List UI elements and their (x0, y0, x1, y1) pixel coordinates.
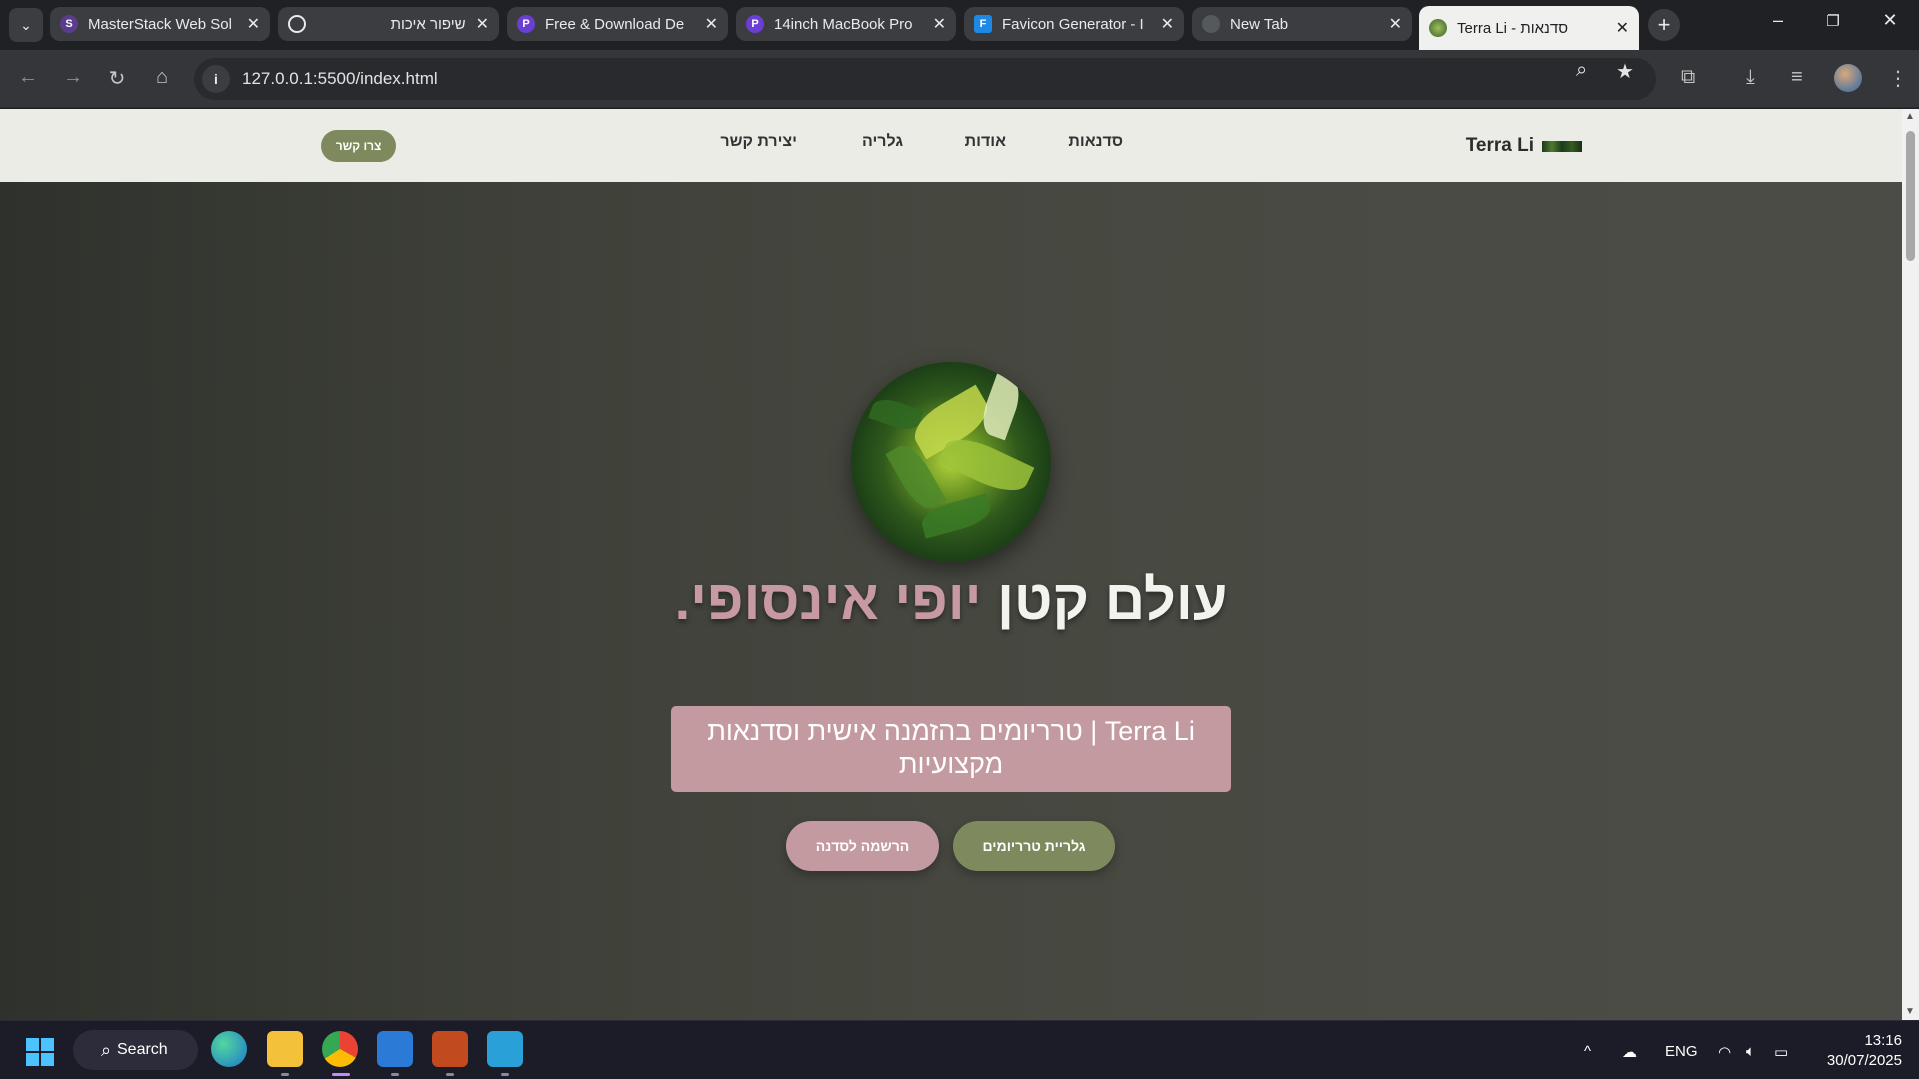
nav-link-workshops[interactable]: סדנאות (1068, 133, 1123, 151)
chevron-up-icon[interactable]: ^ (1584, 1043, 1591, 1060)
tab-chatgpt[interactable]: ✕ שיפור איכות (278, 7, 499, 41)
app-window-icon[interactable] (487, 1031, 523, 1067)
close-icon[interactable]: ✕ (1389, 14, 1402, 34)
terra-li-favicon (1429, 19, 1447, 37)
running-indicator (446, 1073, 454, 1076)
wifi-icon[interactable]: ◠ (1718, 1043, 1731, 1061)
language-indicator[interactable]: ENG (1665, 1043, 1698, 1060)
minimize-button[interactable]: – (1758, 10, 1798, 31)
clock-time: 13:16 (1864, 1032, 1902, 1049)
profile-avatar[interactable] (1834, 64, 1862, 92)
reload-icon[interactable]: ↻ (102, 66, 132, 91)
site-brand[interactable]: Terra Li (1466, 135, 1582, 157)
nav-link-contact[interactable]: יצירת קשר (720, 133, 797, 151)
search-icon: ⌕ (101, 1039, 112, 1060)
site-navbar: Terra Li סדנאות אודות גלריה יצירת קשר צר… (0, 109, 1902, 182)
scroll-down-icon[interactable]: ▼ (1905, 1006, 1915, 1017)
onedrive-icon[interactable]: ☁ (1622, 1043, 1637, 1061)
chrome-favicon (1202, 15, 1220, 33)
running-indicator (391, 1073, 399, 1076)
windows-taskbar: ⌕ Search ^ ☁ ENG ◠ 🔈︎ ▭ 13:16 30/07/2025 (0, 1020, 1919, 1079)
close-icon[interactable]: ✕ (1616, 18, 1629, 38)
home-icon[interactable]: ⌂ (147, 66, 177, 89)
windows-start-icon[interactable] (26, 1038, 54, 1066)
menu-kebab-icon[interactable]: ⋮ (1888, 66, 1908, 91)
forward-icon[interactable]: → (58, 66, 88, 89)
url-text[interactable]: 127.0.0.1:5500/index.html (242, 69, 438, 89)
page-scrollbar[interactable]: ▲ ▼ (1902, 109, 1919, 1020)
tab-macbook[interactable]: P 14inch MacBook Pro ✕ (736, 7, 956, 41)
nav-link-gallery[interactable]: גלריה (862, 133, 903, 151)
pixelcave-favicon: P (746, 15, 764, 33)
gallery-button[interactable]: גלריית טרריומים (953, 821, 1115, 871)
hero-subtitle: Terra Li | טרריומים בהזמנה אישית וסדנאות… (671, 706, 1231, 792)
close-icon[interactable]: ✕ (247, 14, 260, 34)
battery-icon[interactable]: ▭ (1774, 1043, 1788, 1061)
volume-icon[interactable]: 🔈︎ (1746, 1043, 1755, 1060)
brand-name: Terra Li (1465, 135, 1534, 156)
masterstack-favicon: S (60, 15, 78, 33)
plus-icon: + (1657, 12, 1671, 37)
bookmark-star-icon[interactable]: ★ (1616, 59, 1634, 84)
brand-logo-icon (1542, 140, 1582, 152)
chevron-down-icon: ⌄ (20, 16, 32, 33)
address-bar[interactable]: i 127.0.0.1:5500/index.html (194, 58, 1656, 100)
zoom-icon[interactable]: ⌕ (1576, 59, 1587, 82)
tab-free-download[interactable]: P Free & Download De ✕ (507, 7, 728, 41)
tab-favicon-generator[interactable]: F Favicon Generator - I ✕ (964, 7, 1184, 41)
taskbar-search-label: Search (117, 1041, 168, 1058)
taskbar-search[interactable]: ⌕ Search (73, 1030, 198, 1070)
hero-title: עולם קטן יופי אינסופי. (0, 567, 1902, 632)
new-tab-button[interactable]: + (1648, 9, 1680, 41)
hero-title-main: עולם קטן (981, 568, 1228, 631)
tab-strip: ⌄ S MasterStack Web Sol ✕ ✕ שיפור איכות … (0, 0, 1919, 50)
hero-plant-image (851, 362, 1051, 562)
active-indicator (332, 1073, 350, 1076)
hero-title-accent: יופי אינסופי. (674, 568, 982, 631)
edge-icon[interactable] (211, 1031, 247, 1067)
file-explorer-icon[interactable] (267, 1031, 303, 1067)
tab-search-dropdown[interactable]: ⌄ (9, 8, 43, 42)
close-icon[interactable]: ✕ (1161, 14, 1174, 34)
close-icon[interactable]: ✕ (476, 14, 489, 34)
scrollbar-thumb[interactable] (1906, 131, 1915, 261)
chrome-icon[interactable] (322, 1031, 358, 1067)
workshop-signup-button[interactable]: הרשמה לסדנה (786, 821, 939, 871)
hero-section: עולם קטן יופי אינסופי. Terra Li | טרריומ… (0, 182, 1902, 1020)
back-icon[interactable]: ← (13, 66, 43, 89)
pixelcave-favicon: P (517, 15, 535, 33)
nav-link-about[interactable]: אודות (965, 133, 1006, 151)
system-clock[interactable]: 13:16 30/07/2025 (1812, 1031, 1902, 1071)
extensions-icon[interactable]: ⧉ (1681, 66, 1695, 89)
downloads-icon[interactable]: ⤓ (1746, 66, 1755, 89)
vscode-icon[interactable] (377, 1031, 413, 1067)
close-icon[interactable]: ✕ (933, 14, 946, 34)
chatgpt-favicon (288, 15, 306, 33)
page-viewport: Terra Li סדנאות אודות גלריה יצירת קשר צר… (0, 109, 1902, 1020)
scroll-up-icon[interactable]: ▲ (1905, 111, 1915, 122)
favicon-generator-favicon: F (974, 15, 992, 33)
close-window-button[interactable]: ✕ (1870, 10, 1910, 31)
tab-masterstack[interactable]: S MasterStack Web Sol ✕ (50, 7, 270, 41)
media-controls-icon[interactable]: ≡ (1791, 66, 1803, 89)
contact-button[interactable]: צרו קשר (321, 130, 396, 162)
restore-button[interactable]: ❐ (1813, 12, 1853, 30)
browser-toolbar: ← → ↻ ⌂ i 127.0.0.1:5500/index.html ⌕ ★ … (0, 50, 1919, 108)
clock-date: 30/07/2025 (1826, 1052, 1902, 1069)
running-indicator (281, 1073, 289, 1076)
site-info-icon[interactable]: i (202, 65, 230, 93)
running-indicator (501, 1073, 509, 1076)
tab-new-tab[interactable]: New Tab ✕ (1192, 7, 1412, 41)
tab-terra-li[interactable]: Terra Li - סדנאות ✕ (1419, 6, 1639, 50)
close-icon[interactable]: ✕ (705, 14, 718, 34)
pencil-app-icon[interactable] (432, 1031, 468, 1067)
